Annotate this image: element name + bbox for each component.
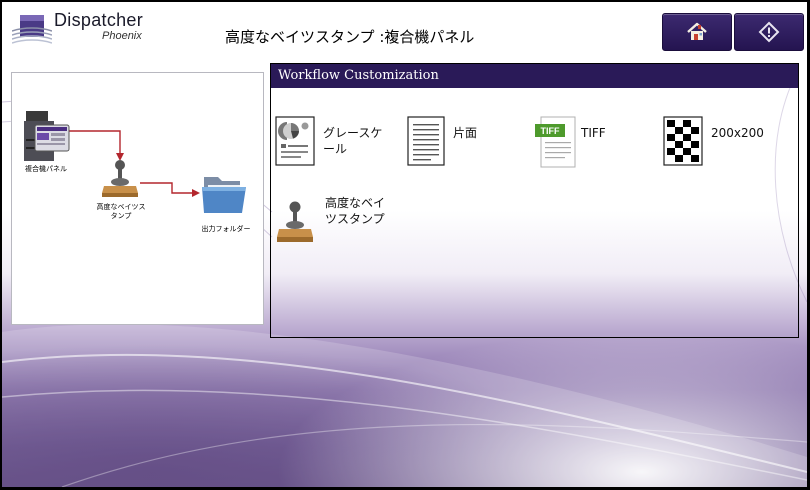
logo-title: Dispatcher (54, 10, 144, 30)
folder-icon (202, 177, 246, 213)
single-sided-page-icon (407, 116, 445, 166)
diagram-node-label: 高度なベイツス タンプ (96, 203, 146, 220)
tiff-option[interactable]: TIFF TIFF (535, 116, 635, 168)
mfp-printer-icon (24, 111, 70, 161)
single-sided-label: 片面 (453, 126, 478, 140)
workflow-diagram: 複合機パネル 高度なベイツス タンプ 出力フォルダー (11, 72, 264, 325)
diagram-node-label: 複合機パネル (25, 165, 67, 173)
diagram-node-label: 出力フォルダー (201, 225, 251, 233)
tiff-label: TIFF (581, 126, 606, 140)
tiff-file-icon: TIFF (535, 116, 576, 168)
home-button[interactable] (662, 13, 732, 51)
grayscale-document-icon (275, 116, 315, 166)
resolution-option[interactable]: 200x200 (663, 116, 783, 168)
start-diamond-icon (758, 21, 780, 43)
start-button[interactable] (734, 13, 804, 51)
logo-subtitle: Phoenix (102, 30, 142, 42)
bates-stamp-icon (277, 201, 313, 242)
bates-stamp-option[interactable]: 高度なベイ ツスタンプ (275, 194, 405, 246)
svg-text:TIFF: TIFF (541, 126, 560, 136)
resolution-label: 200x200 (711, 126, 764, 140)
app-window: Dispatcher Phoenix 高度なベイツスタンプ :複合機パネル 複合… (2, 2, 807, 487)
single-sided-option[interactable]: 片面 (407, 116, 507, 168)
bates-stamp-icon (102, 160, 138, 197)
bates-stamp-label: 高度なベイ ツスタンプ (325, 196, 386, 226)
dispatcher-phoenix-logo: Dispatcher Phoenix (12, 10, 162, 48)
panel-title: Workflow Customization (271, 64, 798, 88)
page-title: 高度なベイツスタンプ :複合機パネル (225, 28, 475, 46)
grayscale-option[interactable]: グレースケ ール (275, 116, 395, 168)
workflow-customization-panel: Workflow Customization グレースケ ール 片面 TIFF … (270, 63, 799, 338)
resolution-checker-icon (663, 116, 703, 166)
grayscale-label: グレースケ ール (323, 126, 383, 156)
logo-mark-icon (12, 15, 52, 44)
home-icon (687, 22, 707, 40)
